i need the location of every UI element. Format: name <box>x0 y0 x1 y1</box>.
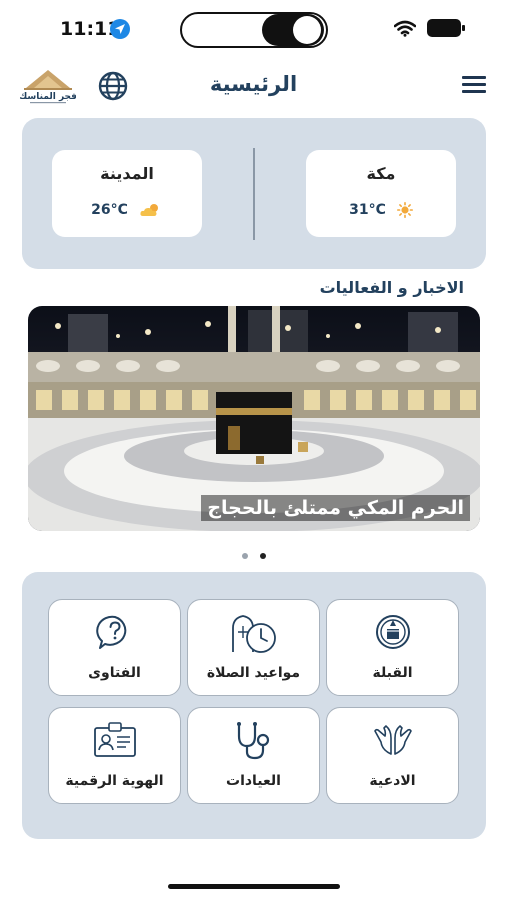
service-prayer-times[interactable]: مواعيد الصلاة <box>187 599 320 696</box>
weather-divider <box>253 148 255 240</box>
service-label: مواعيد الصلاة <box>206 665 301 681</box>
weather-panel: مكة 31°C المدينة 26°C <box>22 118 486 269</box>
location-arrow-icon <box>110 19 130 39</box>
qibla-icon <box>375 615 410 649</box>
service-qibla[interactable]: القبلة <box>326 599 459 696</box>
service-dua[interactable]: الادعية <box>326 707 459 804</box>
weather-card-makkah[interactable]: مكة 31°C <box>306 150 456 237</box>
city-name: المدينة <box>100 164 154 183</box>
clinics-icon <box>236 722 269 760</box>
service-label: القبلة <box>372 665 413 681</box>
dynamic-island <box>180 12 328 48</box>
services-panel: القبلة مواعيد الصلاة الفتاوى الادعية الع… <box>22 572 486 839</box>
news-caption: الحرم المكي ممتلئ بالحجاج <box>201 495 470 521</box>
temperature: 26°C <box>91 202 128 218</box>
menu-icon[interactable] <box>462 76 486 97</box>
battery-icon <box>427 19 465 37</box>
service-fatwa[interactable]: الفتاوى <box>48 599 181 696</box>
status-bar: 11:11 <box>0 0 507 58</box>
weather-card-madinah[interactable]: المدينة 26°C <box>52 150 202 237</box>
city-name: مكة <box>366 164 396 183</box>
home-indicator[interactable] <box>168 884 340 889</box>
slide-dot[interactable] <box>241 553 248 559</box>
service-label: الادعية <box>369 773 416 789</box>
sun-icon <box>396 202 413 218</box>
service-digital-id[interactable]: الهوية الرقمية <box>48 707 181 804</box>
prayer-times-icon <box>231 615 276 653</box>
page-title: الرئيسية <box>209 72 298 96</box>
slide-indicator[interactable] <box>0 544 507 563</box>
digital-id-icon <box>93 722 136 757</box>
news-heading: الاخبار و الفعاليات <box>319 278 464 297</box>
slide-dot-active[interactable] <box>259 553 266 559</box>
service-label: الفتاوى <box>88 665 141 681</box>
service-label: الهوية الرقمية <box>65 773 164 789</box>
service-clinics[interactable]: العيادات <box>187 707 320 804</box>
news-slide[interactable]: الحرم المكي ممتلئ بالحجاج <box>28 306 480 531</box>
dua-icon <box>373 725 412 755</box>
service-label: العيادات <box>226 773 281 789</box>
wifi-icon <box>394 20 416 37</box>
cloud-sun-icon <box>140 204 158 216</box>
fatwa-icon <box>95 615 126 649</box>
app-header: فجر المناسك الرئيسية <box>0 62 507 108</box>
temperature: 31°C <box>349 202 386 218</box>
